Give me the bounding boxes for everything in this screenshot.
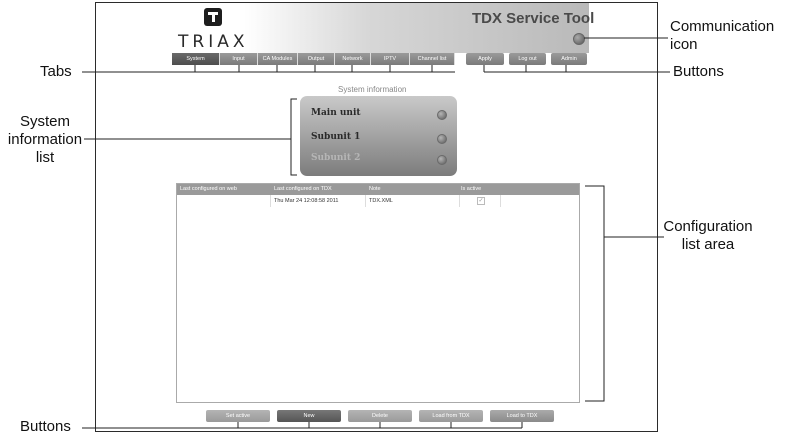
annotation-tabs: Tabs [40, 63, 72, 80]
callout-bracket-system-info [290, 98, 297, 176]
annotation-communication-icon: Communication icon [670, 18, 775, 53]
annotation-buttons-bottom: Buttons [20, 418, 71, 435]
annotation-system-info-list: System information list [7, 113, 83, 166]
annotation-buttons-top: Buttons [673, 63, 724, 80]
callout-bracket-config-area [585, 185, 605, 402]
annotation-configuration-list-area: Configuration list area [663, 218, 753, 253]
